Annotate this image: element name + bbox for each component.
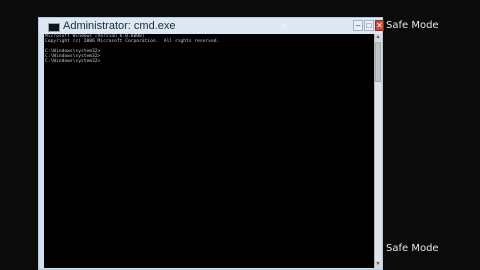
- cmd-icon: [48, 23, 60, 32]
- maximize-button[interactable]: □: [364, 20, 374, 31]
- window-titlebar[interactable]: Administrator: cmd.exe – □ ✕: [39, 18, 384, 34]
- console-prompt: C:\Windows\system32>: [45, 59, 101, 64]
- minimize-button[interactable]: –: [353, 20, 363, 31]
- safe-mode-label-top: Safe Mode: [386, 20, 439, 31]
- safe-mode-label-bottom: Safe Mode: [386, 243, 439, 254]
- console-output[interactable]: Microsoft Windows [Version 6.0.6000] Cop…: [44, 34, 374, 268]
- scroll-down-arrow-icon[interactable]: ▼: [375, 261, 381, 268]
- cmd-window[interactable]: Administrator: cmd.exe – □ ✕ Microsoft W…: [38, 17, 384, 270]
- scroll-thumb[interactable]: [375, 42, 381, 82]
- close-button[interactable]: ✕: [375, 20, 384, 31]
- scroll-up-arrow-icon[interactable]: ▲: [375, 34, 381, 41]
- vertical-scrollbar[interactable]: ▲ ▼: [374, 34, 381, 268]
- window-title: Administrator: cmd.exe: [63, 20, 176, 32]
